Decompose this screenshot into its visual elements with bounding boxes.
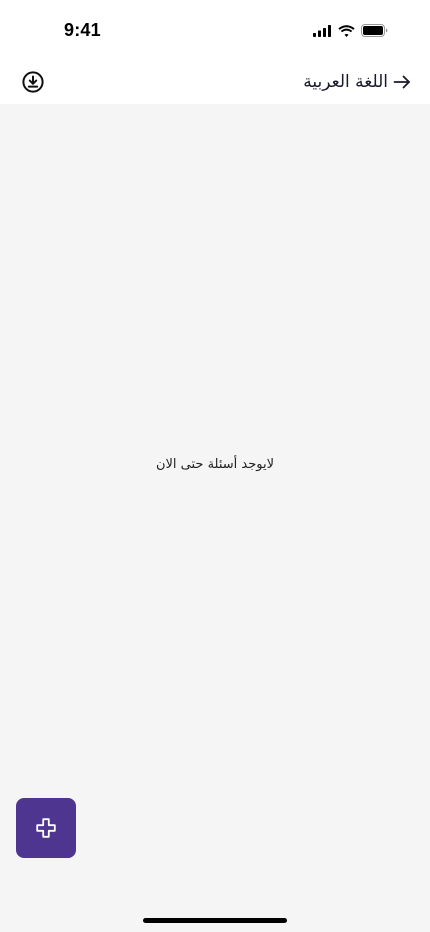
arrow-right-icon — [393, 75, 410, 89]
download-circle-icon — [22, 71, 44, 93]
empty-state-message: لايوجد أسئلة حتى الان — [155, 457, 275, 472]
back-button[interactable]: اللغة العربية — [303, 68, 412, 96]
wifi-icon — [338, 24, 355, 37]
status-icons — [313, 24, 388, 37]
battery-icon — [361, 24, 388, 37]
add-question-button[interactable] — [16, 798, 76, 858]
status-time: 9:41 — [64, 20, 101, 40]
cellular-signal-icon — [313, 24, 331, 37]
plus-icon — [36, 818, 56, 838]
download-button[interactable] — [21, 70, 45, 94]
app-header: اللغة العربية — [0, 58, 430, 104]
back-label: اللغة العربية — [303, 72, 388, 92]
home-indicator — [143, 918, 287, 923]
status-bar: 9:41 — [0, 0, 430, 58]
